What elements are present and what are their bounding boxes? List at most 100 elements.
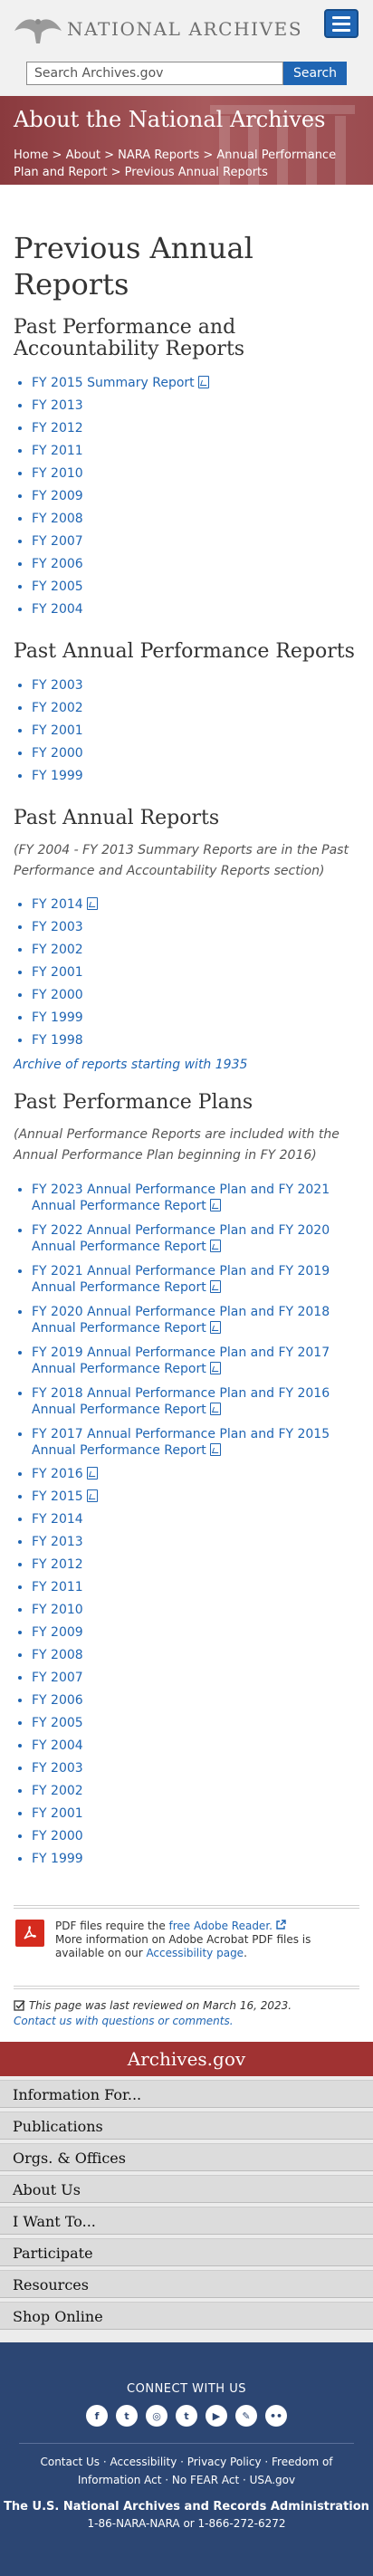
flickr-icon[interactable]: •• <box>265 2405 287 2427</box>
report-link[interactable]: FY 1999 <box>32 1010 83 1025</box>
report-list-item: FY 2019 Annual Performance Plan and FY 2… <box>32 1341 359 1382</box>
report-list-item: FY 1999 <box>32 765 359 788</box>
footer-nav-participate[interactable]: Participate <box>0 2238 373 2266</box>
breadcrumb-about[interactable]: About <box>66 148 100 162</box>
footer-nav-shop-online[interactable]: Shop Online <box>0 2302 373 2330</box>
footer-nav-publications[interactable]: Publications <box>0 2112 373 2140</box>
report-link[interactable]: FY 2001 <box>32 1806 83 1821</box>
report-link[interactable]: FY 2020 Annual Performance Plan and FY 2… <box>32 1305 330 1336</box>
report-link[interactable]: FY 2016 <box>32 1467 83 1481</box>
report-link[interactable]: FY 2000 <box>32 746 83 761</box>
report-link[interactable]: FY 1999 <box>32 1852 83 1866</box>
report-link[interactable]: FY 2012 <box>32 1557 83 1572</box>
facebook-icon[interactable]: f <box>86 2405 108 2427</box>
report-link[interactable]: FY 2008 <box>32 1648 83 1662</box>
twitter-icon[interactable]: t <box>116 2405 138 2427</box>
report-link[interactable]: FY 2021 Annual Performance Plan and FY 2… <box>32 1264 330 1295</box>
report-link[interactable]: FY 2006 <box>32 557 83 571</box>
report-link[interactable]: FY 2008 <box>32 512 83 526</box>
page-review: This page was last reviewed on March 16,… <box>14 1986 359 2029</box>
report-link[interactable]: FY 2013 <box>32 398 83 413</box>
report-link[interactable]: FY 2014 <box>32 897 83 912</box>
section-heading-apr: Past Annual Performance Reports <box>14 640 355 663</box>
section-heading-ar: Past Annual Reports <box>14 807 220 829</box>
search-input[interactable] <box>26 62 283 85</box>
report-link[interactable]: FY 2003 <box>32 1761 83 1776</box>
tumblr-icon[interactable]: t <box>176 2405 197 2427</box>
pdf-file-icon <box>86 1489 98 1502</box>
report-list-item: FY 2000 <box>32 742 359 765</box>
accessibility-page-link[interactable]: Accessibility page <box>146 1947 244 1959</box>
footer-nav-information-for[interactable]: Information For... <box>0 2080 373 2108</box>
breadcrumb-nara-reports[interactable]: NARA Reports <box>118 148 199 162</box>
pdf-file-icon <box>209 1321 221 1334</box>
report-list-item: FY 2011 <box>32 1576 359 1599</box>
report-link[interactable]: FY 2007 <box>32 1671 83 1685</box>
report-link[interactable]: FY 2003 <box>32 920 83 934</box>
report-link[interactable]: FY 1998 <box>32 1033 83 1048</box>
footer-nav-i-want-to[interactable]: I Want To... <box>0 2207 373 2235</box>
pdf-file-icon <box>86 1467 98 1480</box>
report-link[interactable]: FY 2023 Annual Performance Plan and FY 2… <box>32 1183 330 1213</box>
pdf-file-icon <box>209 1240 221 1252</box>
footer-link-privacy[interactable]: Privacy Policy <box>187 2456 262 2468</box>
report-link[interactable]: FY 2015 Summary Report <box>32 376 195 390</box>
footer-nav-resources[interactable]: Resources <box>0 2270 373 2298</box>
report-link[interactable]: FY 2019 Annual Performance Plan and FY 2… <box>32 1345 330 1376</box>
report-link[interactable]: FY 2004 <box>32 602 83 617</box>
report-link[interactable]: FY 2011 <box>32 444 83 458</box>
report-link[interactable]: FY 2018 Annual Performance Plan and FY 2… <box>32 1386 330 1417</box>
archive-link[interactable]: Archive of reports starting with 1935 <box>14 1058 359 1072</box>
report-link[interactable]: FY 2002 <box>32 943 83 957</box>
report-link[interactable]: FY 2010 <box>32 1603 83 1617</box>
search-button[interactable]: Search <box>283 62 347 85</box>
report-link[interactable]: FY 2017 Annual Performance Plan and FY 2… <box>32 1427 330 1458</box>
footer-link-accessibility[interactable]: Accessibility <box>110 2456 177 2468</box>
breadcrumb-current: Previous Annual Reports <box>124 166 268 179</box>
report-link[interactable]: FY 2000 <box>32 1829 83 1843</box>
section-note: (Annual Performance Reports are included… <box>14 1127 340 1163</box>
footer-nav-about-us[interactable]: About Us <box>0 2175 373 2203</box>
breadcrumb-home[interactable]: Home <box>14 148 48 162</box>
report-link[interactable]: FY 2000 <box>32 988 83 1002</box>
report-link[interactable]: FY 2009 <box>32 489 83 503</box>
report-list-item: FY 1998 <box>32 1029 359 1052</box>
menu-button[interactable] <box>324 9 359 38</box>
hamburger-icon <box>332 15 350 19</box>
report-link[interactable]: FY 2003 <box>32 678 83 693</box>
report-link[interactable]: FY 2014 <box>32 1512 83 1527</box>
report-link[interactable]: FY 2015 <box>32 1489 83 1504</box>
footer-nav-orgs-offices[interactable]: Orgs. & Offices <box>0 2143 373 2171</box>
report-link[interactable]: FY 1999 <box>32 769 83 783</box>
report-link[interactable]: FY 2001 <box>32 965 83 980</box>
report-link[interactable]: FY 2010 <box>32 466 83 481</box>
blog-icon[interactable]: ✎ <box>235 2405 257 2427</box>
report-link[interactable]: FY 2013 <box>32 1535 83 1549</box>
youtube-icon[interactable]: ▶ <box>206 2405 227 2427</box>
site-logo[interactable]: NATIONAL ARCHIVES <box>13 11 302 47</box>
report-link[interactable]: FY 2011 <box>32 1580 83 1594</box>
report-link[interactable]: FY 2007 <box>32 534 83 549</box>
adobe-reader-link[interactable]: free Adobe Reader. <box>169 1920 273 1932</box>
footer-link-no-fear[interactable]: No FEAR Act <box>172 2474 239 2486</box>
report-link[interactable]: FY 2009 <box>32 1625 83 1640</box>
report-link[interactable]: FY 2005 <box>32 579 83 594</box>
report-list-item: FY 2000 <box>32 1825 359 1848</box>
report-list-item: FY 2003 <box>32 675 359 697</box>
report-link[interactable]: FY 2012 <box>32 421 83 436</box>
instagram-icon[interactable]: ◎ <box>146 2405 167 2427</box>
report-link[interactable]: FY 2022 Annual Performance Plan and FY 2… <box>32 1223 330 1254</box>
report-link[interactable]: FY 2005 <box>32 1716 83 1730</box>
report-link[interactable]: FY 2001 <box>32 723 83 738</box>
report-list-item: FY 2007 <box>32 1667 359 1690</box>
footer-link-contact[interactable]: Contact Us <box>40 2456 100 2468</box>
report-link[interactable]: FY 2002 <box>32 1784 83 1798</box>
report-list-item: FY 2002 <box>32 939 359 962</box>
report-link[interactable]: FY 2004 <box>32 1738 83 1753</box>
pp-list: FY 2023 Annual Performance Plan and FY 2… <box>14 1178 359 1871</box>
report-link[interactable]: FY 2006 <box>32 1693 83 1708</box>
report-link[interactable]: FY 2002 <box>32 701 83 715</box>
footer-link-usagov[interactable]: USA.gov <box>250 2474 296 2486</box>
contact-link[interactable]: Contact us with questions or comments. <box>14 2015 234 2027</box>
connect-heading: CONNECT WITH US <box>127 2382 246 2396</box>
